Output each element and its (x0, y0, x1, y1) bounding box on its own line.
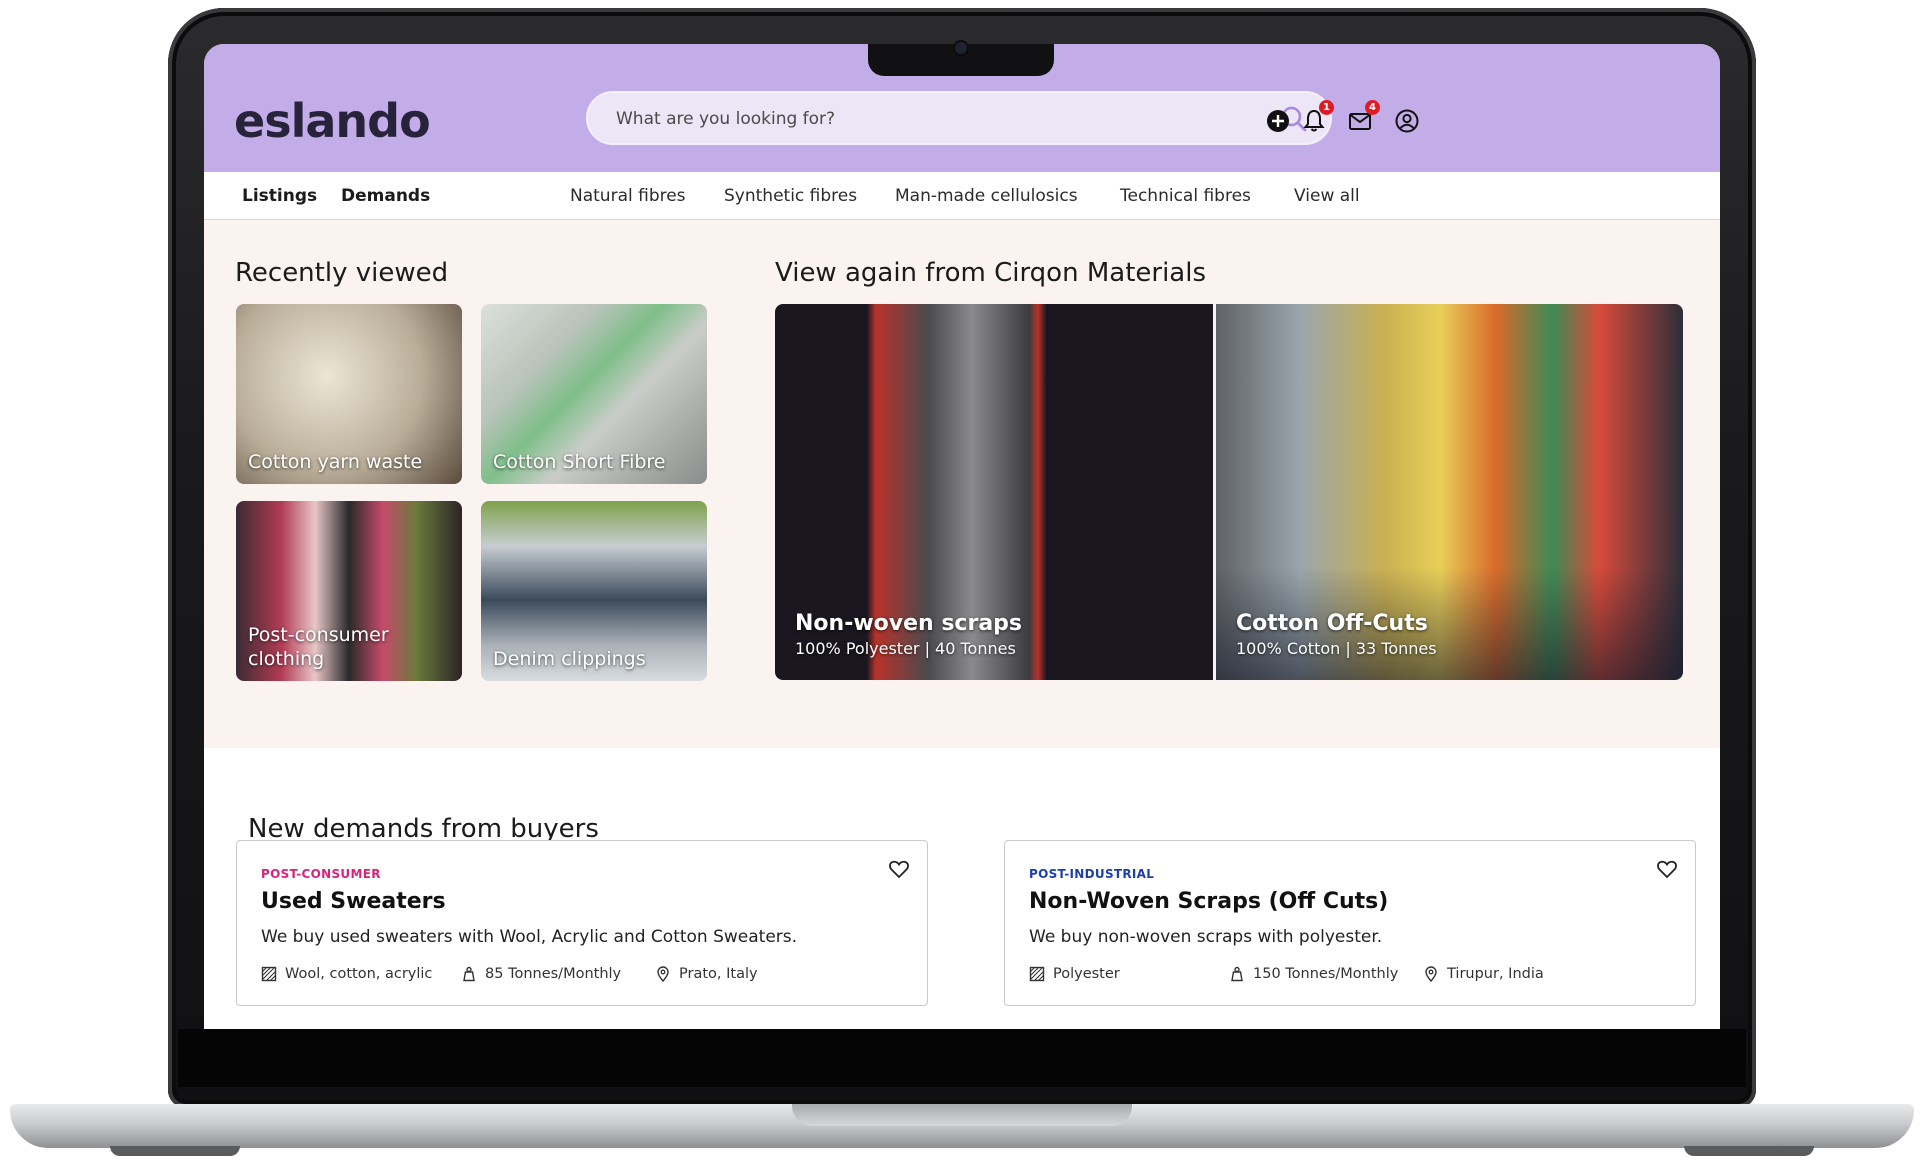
laptop-foot-left (110, 1146, 240, 1156)
demand-category-tag: POST-INDUSTRIAL (1029, 867, 1155, 881)
recently-viewed-label: Post-consumer clothing (248, 624, 389, 670)
location-spec: Tirupur, India (1423, 966, 1544, 982)
recently-viewed-item[interactable]: Cotton Short Fibre (481, 304, 707, 484)
view-again-meta: 100% Cotton | 33 Tonnes (1236, 639, 1437, 658)
view-again-name: Cotton Off-Cuts (1236, 611, 1428, 636)
demand-title: Used Sweaters (261, 889, 446, 914)
demand-description: We buy non-woven scraps with polyester. (1029, 927, 1383, 947)
nav-view-all[interactable]: View all (1294, 186, 1360, 206)
material-spec: Polyester (1029, 966, 1120, 982)
laptop-foot-right (1684, 1146, 1814, 1156)
location-text: Tirupur, India (1447, 966, 1544, 982)
nav-man-made-cellulosics[interactable]: Man-made cellulosics (895, 186, 1078, 206)
weight-icon (463, 966, 475, 982)
tab-listings[interactable]: Listings (242, 186, 317, 206)
demand-card[interactable]: POST-INDUSTRIAL Non-Woven Scraps (Off Cu… (1004, 840, 1696, 1006)
messages-button[interactable]: 4 (1346, 100, 1380, 135)
laptop-base-notch (792, 1104, 1132, 1126)
material-text: Polyester (1053, 966, 1120, 982)
search-bar (586, 91, 1332, 145)
user-account-icon[interactable] (1393, 107, 1421, 135)
recently-viewed-label: Cotton yarn waste (248, 451, 423, 473)
heart-icon[interactable] (887, 857, 911, 881)
demand-description: We buy used sweaters with Wool, Acrylic … (261, 927, 798, 947)
laptop-bezel (178, 1029, 1746, 1087)
demand-card[interactable]: POST-CONSUMER Used Sweaters We buy used … (236, 840, 928, 1006)
search-input[interactable] (614, 105, 1258, 133)
location-spec: Prato, Italy (655, 966, 758, 982)
tab-demands[interactable]: Demands (341, 186, 430, 206)
screen: eslando 1 4 (204, 44, 1720, 1029)
recently-viewed-title: Recently viewed (235, 258, 449, 288)
heart-icon[interactable] (1655, 857, 1679, 881)
nav-natural-fibres[interactable]: Natural fibres (570, 186, 686, 206)
fabric-icon (1029, 966, 1045, 982)
view-again-item[interactable]: Cotton Off-Cuts 100% Cotton | 33 Tonnes (1216, 304, 1683, 680)
main-nav: Listings Demands Natural fibres Syntheti… (204, 172, 1720, 220)
view-again-title: View again from Cirqon Materials (775, 258, 1207, 288)
nav-technical-fibres[interactable]: Technical fibres (1120, 186, 1251, 206)
recently-viewed-item[interactable]: Cotton yarn waste (236, 304, 462, 484)
hero-section: Recently viewed Cotton yarn waste Cotton… (204, 220, 1720, 748)
add-listing-icon[interactable] (1264, 107, 1292, 135)
material-spec: Wool, cotton, acrylic (261, 966, 432, 982)
recently-viewed-label: Denim clippings (493, 648, 646, 670)
brand-logo[interactable]: eslando (234, 94, 431, 148)
view-again-name: Non-woven scraps (795, 611, 1023, 636)
notifications-badge: 1 (1319, 100, 1334, 115)
messages-badge: 4 (1365, 100, 1380, 115)
quantity-text: 85 Tonnes/Monthly (485, 966, 622, 982)
recently-viewed-label: Cotton Short Fibre (493, 451, 666, 473)
location-pin-icon (657, 966, 669, 982)
fabric-icon (261, 966, 277, 982)
demand-title: Non-Woven Scraps (Off Cuts) (1029, 889, 1389, 914)
location-pin-icon (1425, 966, 1437, 982)
quantity-spec: 150 Tonnes/Monthly (1229, 966, 1398, 982)
view-again-meta: 100% Polyester | 40 Tonnes (795, 639, 1016, 658)
demand-category-tag: POST-CONSUMER (261, 867, 381, 881)
recently-viewed-item[interactable]: Denim clippings (481, 501, 707, 681)
recently-viewed-item[interactable]: Post-consumer clothing (236, 501, 462, 681)
view-again-item[interactable]: Non-woven scraps 100% Polyester | 40 Ton… (775, 304, 1213, 680)
location-text: Prato, Italy (679, 966, 758, 982)
weight-icon (1231, 966, 1243, 982)
quantity-spec: 85 Tonnes/Monthly (461, 966, 621, 982)
quantity-text: 150 Tonnes/Monthly (1253, 966, 1399, 982)
material-text: Wool, cotton, acrylic (285, 966, 433, 982)
notifications-button[interactable]: 1 (1300, 100, 1334, 135)
nav-synthetic-fibres[interactable]: Synthetic fibres (724, 186, 857, 206)
camera-icon (955, 42, 967, 54)
